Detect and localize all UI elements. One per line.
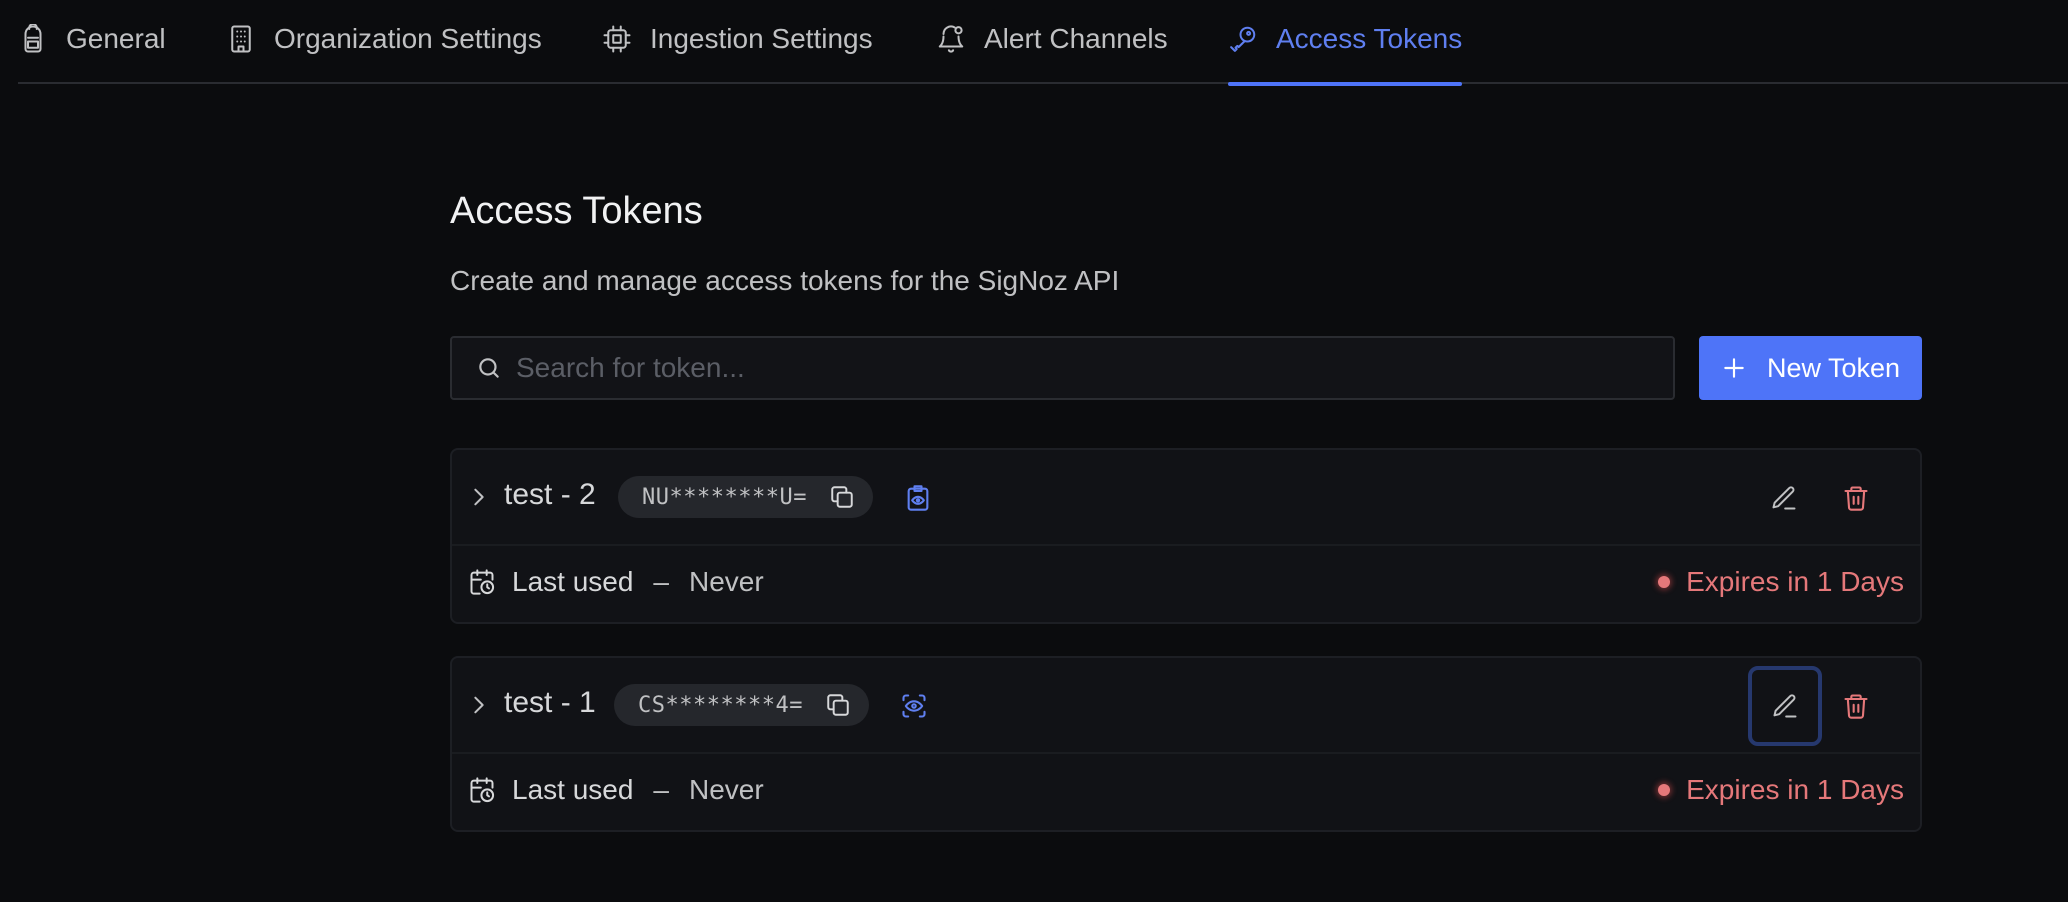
delete-button[interactable] xyxy=(1836,686,1876,726)
eye-scan-icon[interactable] xyxy=(900,692,928,720)
expiry-text: Expires in 1 Days xyxy=(1686,774,1904,805)
tab-alert-channels-label: Alert Channels xyxy=(984,23,1168,54)
token-name: test - 2 xyxy=(504,478,596,511)
search-box[interactable] xyxy=(450,336,1675,400)
new-token-button-label: New Token xyxy=(1766,352,1901,383)
token-card: test - 1 CS********4= Last used – Never … xyxy=(450,656,1922,832)
settings-tab-bar: General Organization Settings Ingestion … xyxy=(18,0,2068,86)
chevron-right-icon[interactable] xyxy=(468,486,490,508)
tab-organization-settings[interactable]: Organization Settings xyxy=(226,0,542,84)
building-icon xyxy=(226,24,256,54)
calendar-clock-icon xyxy=(468,568,496,596)
expiry-status: Expires in 1 Days xyxy=(1658,774,1904,806)
tab-general-label: General xyxy=(66,23,166,54)
last-used-label: Last used xyxy=(512,774,634,805)
status-dot xyxy=(1658,576,1671,588)
tab-access-tokens-label: Access Tokens xyxy=(1276,23,1463,54)
last-used-separator: – xyxy=(653,774,669,805)
token-card: test - 2 NU********U= Last used – Never … xyxy=(450,448,1922,624)
edit-button[interactable] xyxy=(1764,478,1804,518)
token-value: NU********U= xyxy=(642,484,807,510)
last-used-text: Last used – Never xyxy=(512,566,764,598)
trash-icon xyxy=(1842,484,1870,512)
eye-clipboard-icon[interactable] xyxy=(904,484,932,512)
token-card-footer: Last used – Never Expires in 1 Days xyxy=(452,546,1920,622)
pencil-icon xyxy=(1770,484,1798,512)
tab-access-tokens[interactable]: Access Tokens xyxy=(1228,0,1463,86)
tab-ingestion-settings[interactable]: Ingestion Settings xyxy=(602,0,873,84)
last-used-text: Last used – Never xyxy=(512,774,764,806)
last-used-value: Never xyxy=(689,566,764,597)
search-icon xyxy=(476,355,502,381)
chevron-right-icon[interactable] xyxy=(468,694,490,716)
token-card-header: test - 1 CS********4= xyxy=(452,658,1920,754)
edit-button[interactable] xyxy=(1748,666,1822,746)
bell-icon xyxy=(936,24,966,54)
expiry-status: Expires in 1 Days xyxy=(1658,566,1904,598)
trash-icon xyxy=(1842,692,1870,720)
pencil-icon xyxy=(1771,692,1799,720)
last-used-label: Last used xyxy=(512,566,634,597)
token-name: test - 1 xyxy=(504,686,596,719)
calendar-clock-icon xyxy=(468,776,496,804)
chip-icon xyxy=(602,24,632,54)
expiry-text: Expires in 1 Days xyxy=(1686,566,1904,597)
tab-organization-settings-label: Organization Settings xyxy=(274,23,542,54)
status-dot xyxy=(1658,784,1671,796)
plus-icon xyxy=(1721,355,1747,381)
new-token-button[interactable]: New Token xyxy=(1699,336,1922,400)
backpack-icon xyxy=(18,24,48,54)
tab-ingestion-settings-label: Ingestion Settings xyxy=(650,23,873,54)
search-input[interactable] xyxy=(514,338,1673,398)
token-card-header: test - 2 NU********U= xyxy=(452,450,1920,546)
key-icon xyxy=(1228,24,1258,54)
page-subtitle: Create and manage access tokens for the … xyxy=(450,265,1120,296)
token-card-footer: Last used – Never Expires in 1 Days xyxy=(452,754,1920,830)
copy-icon[interactable] xyxy=(829,484,855,510)
token-value-pill: NU********U= xyxy=(618,476,873,518)
last-used-separator: – xyxy=(653,566,669,597)
delete-button[interactable] xyxy=(1836,478,1876,518)
tab-alert-channels[interactable]: Alert Channels xyxy=(936,0,1168,84)
last-used-value: Never xyxy=(689,774,764,805)
page-title: Access Tokens xyxy=(450,190,703,232)
token-value: CS********4= xyxy=(638,692,803,718)
copy-icon[interactable] xyxy=(825,692,851,718)
token-value-pill: CS********4= xyxy=(614,684,869,726)
tab-general[interactable]: General xyxy=(18,0,166,84)
